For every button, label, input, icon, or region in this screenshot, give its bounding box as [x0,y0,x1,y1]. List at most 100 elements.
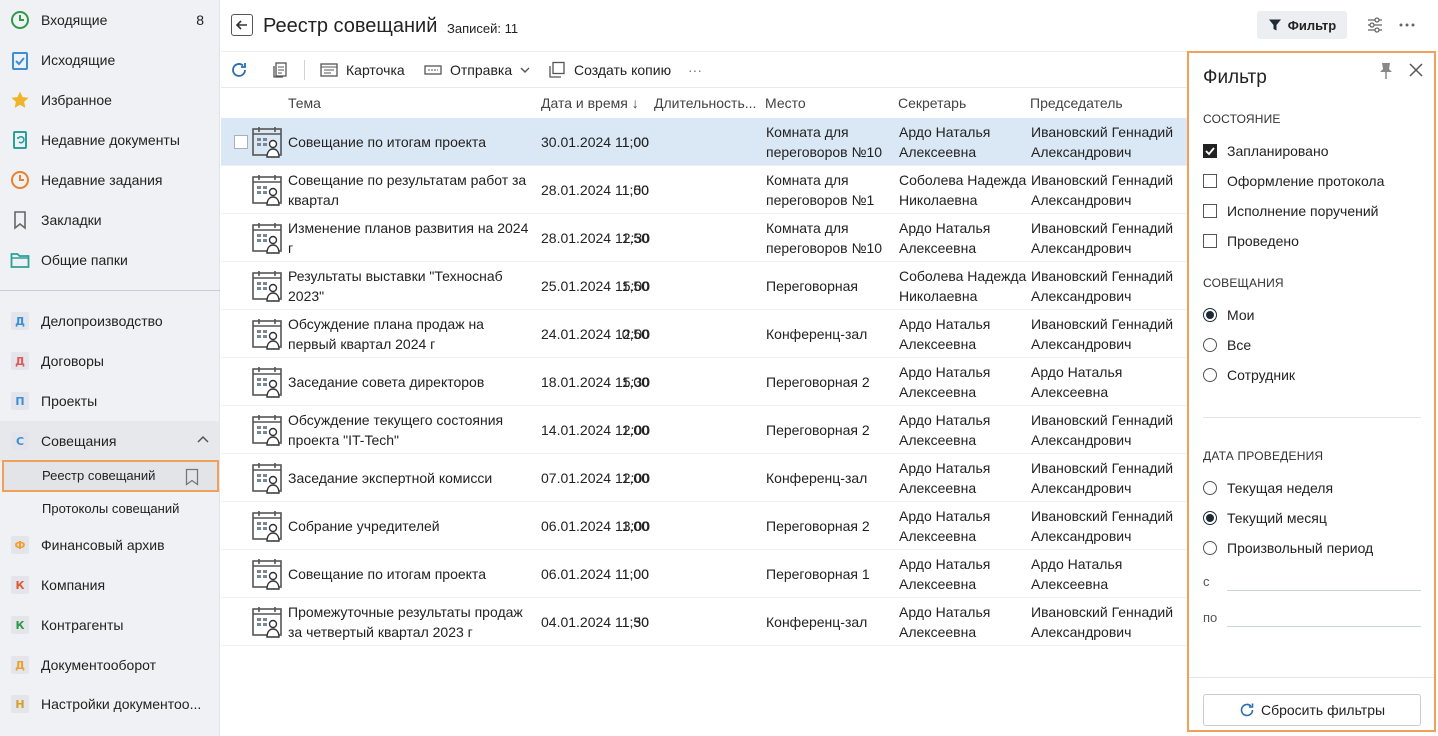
sidebar-module-office-work[interactable]: Д Делопроизводство [0,301,220,341]
radio[interactable] [1203,368,1217,382]
column-header-secretary[interactable]: Секретарь [898,95,966,111]
cell-line: Переговорная [766,278,858,294]
column-header-duration[interactable]: Длительность... [654,95,756,111]
sidebar-item-recent-tasks[interactable]: Недавние задания [0,160,220,200]
cell-line: Собрание учредителей [288,518,440,534]
date-option-month[interactable]: Текущий месяц [1203,508,1327,528]
records-count: Записей: 11 [447,21,519,36]
radio[interactable] [1203,338,1217,352]
date-from-field[interactable] [1227,571,1421,591]
cell-line: Александрович [1031,144,1132,160]
sidebar-module-finance-archive[interactable]: Ф Финансовый архив [0,525,220,565]
module-letter-icon: С [10,431,30,451]
back-button[interactable] [231,14,253,36]
column-header-place[interactable]: Место [765,95,806,111]
radio[interactable] [1203,481,1217,495]
table-row[interactable]: Обсуждение текущего состояния проекта "IT… [221,406,1187,454]
copy-documents-icon[interactable] [270,60,290,80]
table-row[interactable]: Промежуточные результаты продаж за четвер… [221,598,1187,646]
cell-line: Совещание по итогам проекта [288,566,486,582]
state-option-planned[interactable]: Запланировано [1203,141,1329,161]
sidebar-item-shared-folders[interactable]: Общие папки [0,240,220,280]
radio-selected[interactable] [1203,511,1217,525]
cell-line: Ивановский Геннадий [1031,124,1174,140]
meeting-calendar-icon [252,414,282,449]
sidebar-module-counterparties[interactable]: К Контрагенты [0,605,220,645]
clock-history-icon [10,170,30,190]
table-row[interactable]: Совещание по итогам проекта 06.01.2024 11… [221,550,1187,598]
sidebar-module-doc-settings[interactable]: Н Настройки документоо... [0,684,220,724]
state-option-protocol[interactable]: Оформление протокола [1203,171,1384,191]
sidebar-module-projects[interactable]: П Проекты [0,381,220,421]
meetings-section-title: СОВЕЩАНИЯ [1203,276,1284,290]
filter-button[interactable]: Фильтр [1257,11,1347,39]
meetings-option-mine[interactable]: Мои [1203,305,1254,325]
sidebar-module-meetings[interactable]: С Совещания [0,421,220,461]
sidebar-module-document-flow[interactable]: Д Документооборот [0,645,220,685]
radio-selected[interactable] [1203,308,1217,322]
toolbar-divider [304,60,305,80]
cell-secretary: Ардо Наталья Алексеевна [899,410,990,450]
checkbox[interactable] [1203,204,1217,218]
checkbox[interactable] [1203,174,1217,188]
settings-sliders-icon[interactable] [1364,14,1386,36]
close-icon[interactable] [1409,63,1423,80]
table-row[interactable]: Совещание по результатам работ за квартал… [221,166,1187,214]
sidebar-item-favorites[interactable]: Избранное [0,80,220,120]
radio[interactable] [1203,541,1217,555]
sidebar-item-inbox[interactable]: Входящие 8 [0,0,220,40]
sidebar-subitem-label: Протоколы совещаний [42,501,180,516]
table-row[interactable]: Совещание по итогам проекта 30.01.2024 11… [221,118,1187,166]
toolbar-more-button[interactable]: ··· [688,60,702,80]
column-header-chairman[interactable]: Председатель [1030,95,1123,111]
filter-panel: Фильтр СОСТОЯНИЕ Запланировано Оформлени… [1187,51,1436,732]
sidebar-module-contracts[interactable]: Д Договоры [0,341,220,381]
pin-icon[interactable] [1379,62,1393,83]
cell-line: Комната для [766,172,849,188]
cell-line: Ардо Наталья [899,412,991,428]
meeting-calendar-icon [252,366,282,401]
create-copy-button[interactable]: Создать копию [548,60,671,80]
column-header-topic[interactable]: Тема [288,95,321,111]
cell-line: Александрович [1031,624,1132,640]
sidebar-module-company[interactable]: К Компания [0,565,220,605]
table-row[interactable]: Заседание экспертной комисси 07.01.2024 1… [221,454,1187,502]
refresh-icon[interactable] [229,60,249,80]
sidebar-item-label: Проекты [41,393,98,409]
checkbox-checked[interactable] [1203,144,1217,158]
cell-duration: 1,00 [621,422,649,438]
sidebar: Входящие 8 Исходящие Избранное Недавние … [0,0,220,736]
table-row[interactable]: Заседание совета директоров 18.01.2024 15… [221,358,1187,406]
date-option-week[interactable]: Текущая неделя [1203,478,1333,498]
sidebar-item-bookmarks[interactable]: Закладки [0,200,220,240]
bookmark-icon[interactable] [185,468,199,489]
sidebar-subitem-meetings-registry[interactable]: Реестр совещаний [2,460,219,492]
send-dropdown-button[interactable]: Отправка [424,60,530,80]
table-row[interactable]: Результаты выставки "Техноснаб 2023" 25.01… [221,262,1187,310]
sidebar-subitem-meeting-protocols[interactable]: Протоколы совещаний [0,493,220,525]
date-to-field[interactable] [1227,607,1421,627]
state-option-execution[interactable]: Исполнение поручений [1203,201,1378,221]
more-options-icon[interactable] [1396,14,1418,36]
meeting-calendar-icon [252,174,282,209]
reset-filters-button[interactable]: Сбросить фильтры [1203,694,1421,726]
cell-line: Ардо Наталья [899,604,991,620]
table-row[interactable]: Изменение планов развития на 2024 г 28.01.… [221,214,1187,262]
arrow-left-icon [235,20,247,30]
row-checkbox[interactable] [234,135,248,149]
state-option-held[interactable]: Проведено [1203,231,1299,251]
meetings-option-employee[interactable]: Сотрудник [1203,365,1295,385]
table-row[interactable]: Обсуждение плана продаж на первый квартал… [221,310,1187,358]
checkbox[interactable] [1203,234,1217,248]
table-row[interactable]: Собрание учредителей 06.01.2024 13:00 1,00… [221,502,1187,550]
cell-secretary: Ардо Наталья Алексеевна [899,218,990,258]
cell-topic: Заседание экспертной комисси [288,468,492,488]
sidebar-item-recent-docs[interactable]: Недавние документы [0,120,220,160]
cell-line: Алексеевна [1031,576,1109,592]
date-option-custom[interactable]: Произвольный период [1203,538,1373,558]
column-header-date[interactable]: Дата и время ↓ [541,95,639,111]
chevron-up-icon[interactable] [196,433,210,450]
meetings-option-all[interactable]: Все [1203,335,1251,355]
card-button[interactable]: Карточка [320,60,405,80]
sidebar-item-outbox[interactable]: Исходящие [0,40,220,80]
